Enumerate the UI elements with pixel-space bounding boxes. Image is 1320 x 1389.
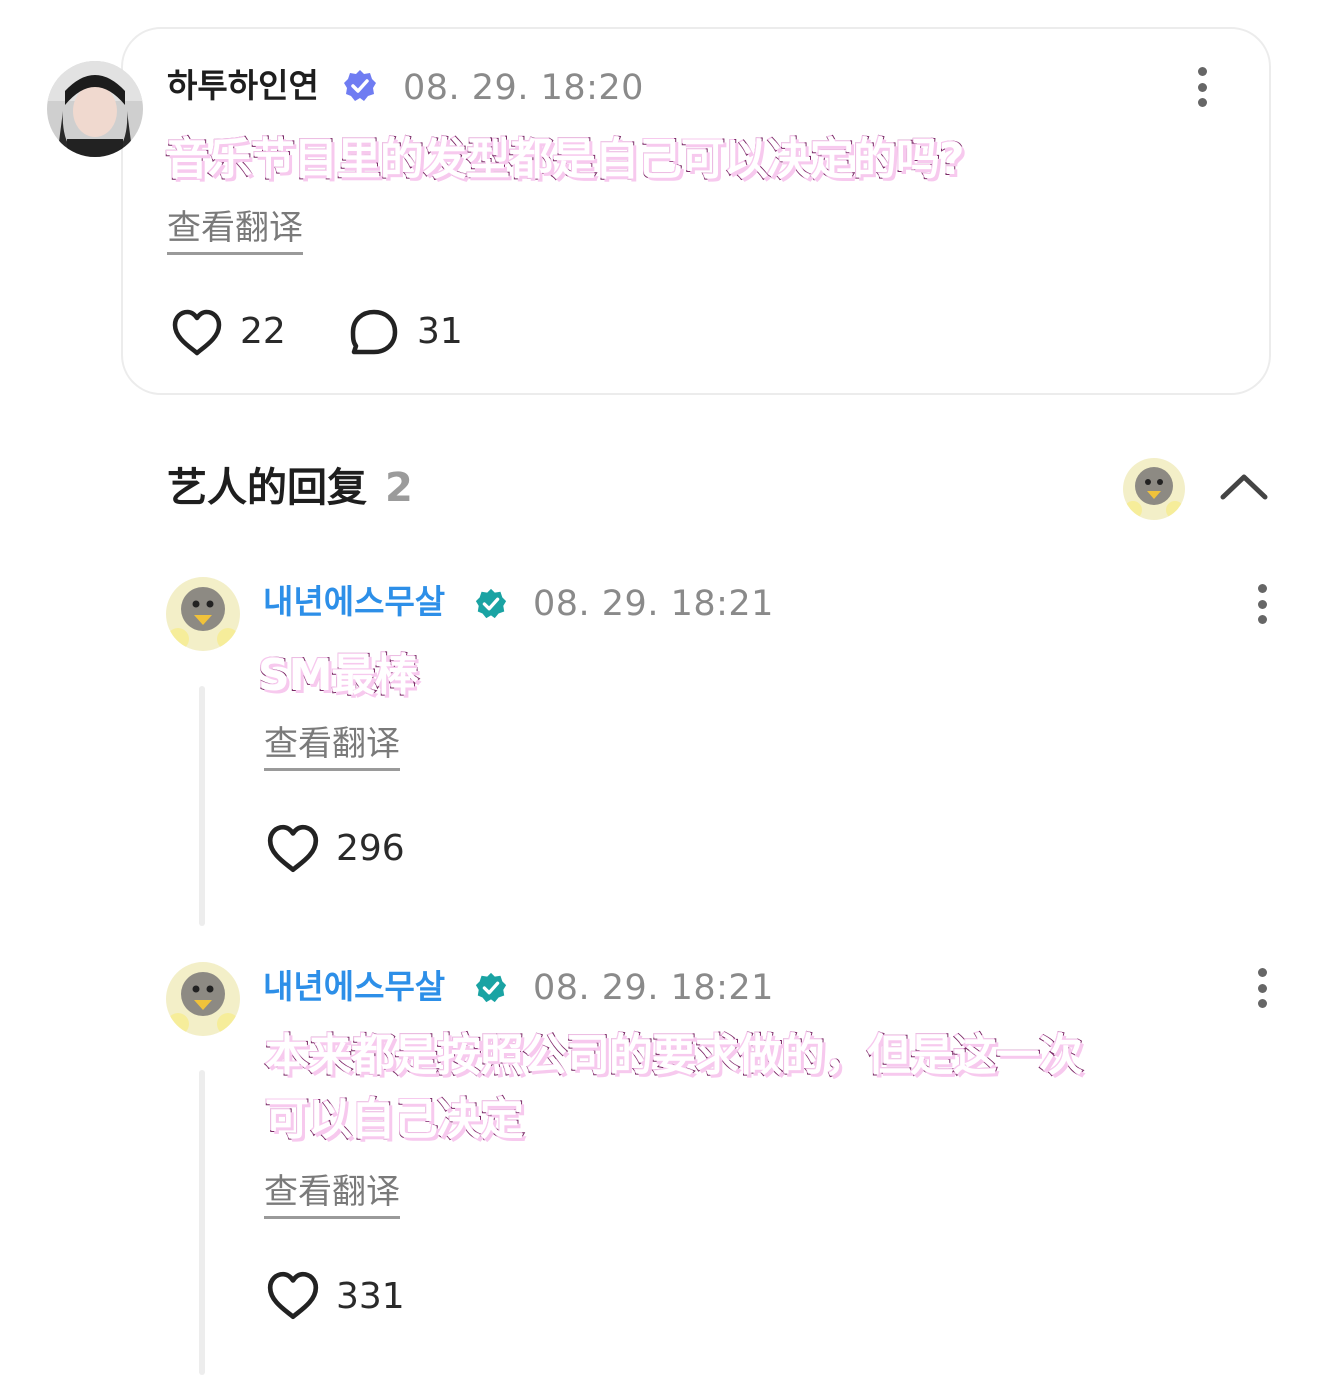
reply-1-translate-link-wrap: 查看翻译 — [264, 724, 400, 771]
reply-2-content-line-1: 本来都是按照公司的要求做的，但是这一次 — [264, 1029, 1084, 1082]
reply-2-thread-line — [199, 1070, 205, 1375]
verified-badge-icon — [342, 68, 378, 104]
reply-1-like-icon[interactable] — [265, 823, 321, 875]
post-username[interactable]: 하투하인연 — [167, 66, 319, 106]
reply-1-thread-line — [199, 686, 205, 926]
reply-2-like-count: 331 — [336, 1276, 405, 1317]
reply-1-timestamp: 08. 29. 18:21 — [533, 584, 774, 624]
post-translate-link-wrap: 查看翻译 — [167, 208, 303, 255]
post-like-count: 22 — [240, 311, 286, 352]
post-more-options-icon[interactable] — [1195, 67, 1209, 107]
post-comment-count: 31 — [417, 311, 463, 352]
reply-1-avatar[interactable] — [166, 577, 240, 651]
post-translate-link[interactable]: 查看翻译 — [167, 208, 303, 255]
artist-mini-avatar — [1123, 458, 1185, 520]
reply-2-username[interactable]: 내년에스무살 — [263, 967, 445, 1007]
post-like-icon[interactable] — [170, 308, 224, 358]
artist-verified-badge-icon — [474, 971, 510, 1007]
artist-replies-header[interactable]: 艺人的回复 2 — [167, 464, 413, 512]
artist-replies-count: 2 — [385, 465, 413, 511]
post-content-text: 音乐节目里的发型都是自己可以决定的吗? — [164, 133, 966, 186]
reply-1-username-text[interactable]: 내년에스무살 — [263, 582, 445, 621]
collapse-chevron-up-icon[interactable] — [1218, 470, 1270, 502]
post-author-avatar[interactable] — [47, 61, 143, 157]
reply-1-like-count: 296 — [336, 828, 405, 869]
artist-replies-title: 艺人的回复 — [167, 465, 367, 511]
post-timestamp: 08. 29. 18:20 — [403, 68, 644, 108]
reply-2-translate-link-wrap: 查看翻译 — [264, 1172, 400, 1219]
post-comment-icon[interactable] — [348, 308, 400, 358]
reply-1-translate-link[interactable]: 查看翻译 — [264, 724, 400, 771]
reply-2-avatar[interactable] — [166, 962, 240, 1036]
reply-1-more-options-icon[interactable] — [1255, 584, 1269, 624]
reply-2-timestamp: 08. 29. 18:21 — [533, 968, 774, 1008]
post-username-text[interactable]: 하투하인연 — [167, 66, 319, 105]
reply-2-more-options-icon[interactable] — [1255, 968, 1269, 1008]
reply-2-username-text[interactable]: 내년에스무살 — [263, 967, 445, 1006]
artist-verified-badge-icon — [474, 587, 510, 623]
reply-2-translate-link[interactable]: 查看翻译 — [264, 1172, 400, 1219]
reply-2-content-line-2: 可以自己决定 — [264, 1093, 525, 1146]
reply-1-content-text: SM最棒 — [257, 649, 419, 702]
reply-1-username[interactable]: 내년에스무살 — [263, 582, 445, 622]
reply-2-like-icon[interactable] — [265, 1270, 321, 1322]
